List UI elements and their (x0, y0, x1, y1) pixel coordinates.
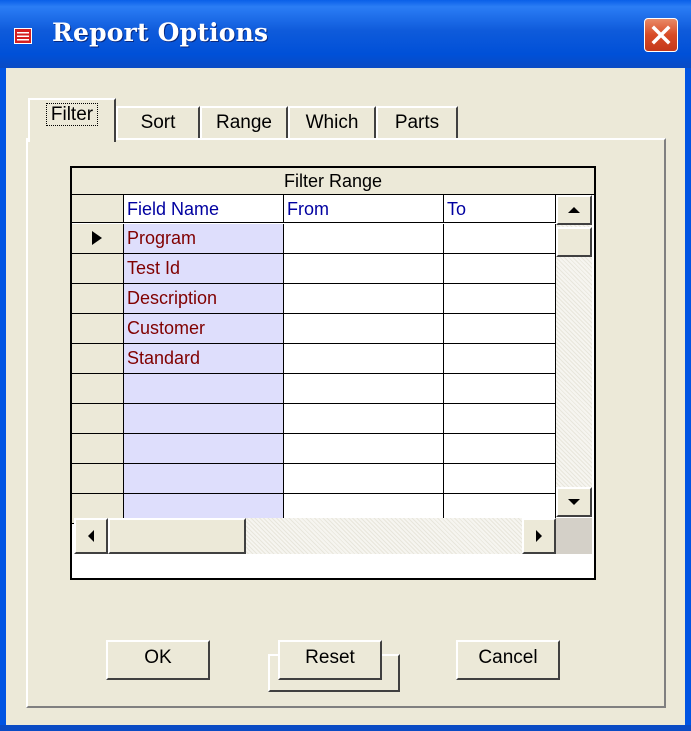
field-name-cell[interactable] (124, 374, 284, 404)
tab-parts[interactable]: Parts (376, 106, 458, 140)
column-header-to[interactable]: To (444, 195, 556, 223)
from-cell[interactable] (284, 314, 444, 344)
tab-sort[interactable]: Sort (116, 106, 200, 140)
table-row[interactable] (72, 464, 556, 494)
row-selector[interactable] (72, 374, 124, 404)
ok-button[interactable]: OK (106, 640, 210, 680)
report-icon (14, 28, 32, 44)
from-cell[interactable] (284, 464, 444, 494)
to-cell[interactable] (444, 374, 556, 404)
field-name-cell[interactable]: Test Id (124, 254, 284, 284)
from-cell[interactable] (284, 404, 444, 434)
window-title: Report Options (52, 18, 269, 47)
horizontal-scroll-thumb[interactable] (108, 518, 246, 554)
arrow-right-icon (536, 530, 542, 542)
table-row[interactable]: Description (72, 284, 556, 314)
scroll-left-button[interactable] (74, 518, 108, 554)
arrow-down-icon (568, 499, 580, 505)
row-selector[interactable] (72, 404, 124, 434)
filter-tab-panel: Filter Range Field Name From To Program T… (26, 138, 666, 708)
to-cell[interactable] (444, 434, 556, 464)
to-cell[interactable] (444, 404, 556, 434)
current-row-arrow-icon (92, 231, 102, 245)
dialog-window: Report Options Filter Sort Range Which P… (0, 0, 691, 731)
arrow-up-icon (568, 207, 580, 213)
from-cell[interactable] (284, 254, 444, 284)
row-selector[interactable] (72, 314, 124, 344)
tab-range-label: Range (216, 112, 272, 133)
row-selector[interactable] (72, 254, 124, 284)
table-row[interactable]: Standard (72, 344, 556, 374)
from-cell[interactable] (284, 284, 444, 314)
scrollbar-corner (556, 518, 592, 554)
to-cell[interactable] (444, 284, 556, 314)
table-row[interactable]: Program (72, 224, 556, 254)
horizontal-scrollbar[interactable] (74, 518, 556, 554)
tab-parts-label: Parts (394, 112, 440, 133)
to-cell[interactable] (444, 464, 556, 494)
row-selector[interactable] (72, 464, 124, 494)
arrow-left-icon (88, 530, 94, 542)
grid-title: Filter Range (72, 168, 594, 195)
row-selector[interactable] (72, 224, 124, 254)
field-name-cell[interactable]: Standard (124, 344, 284, 374)
tab-which-label: Which (305, 112, 359, 133)
window-frame-bottom (0, 725, 691, 731)
tab-filter-label: Filter (45, 103, 99, 126)
to-cell[interactable] (444, 314, 556, 344)
tab-which[interactable]: Which (288, 106, 376, 140)
from-cell[interactable] (284, 344, 444, 374)
field-name-cell[interactable]: Program (124, 224, 284, 254)
table-row[interactable]: Customer (72, 314, 556, 344)
table-row[interactable] (72, 374, 556, 404)
tab-filter[interactable]: Filter (28, 98, 116, 142)
table-row[interactable] (72, 404, 556, 434)
field-name-cell[interactable] (124, 464, 284, 494)
filter-range-grid[interactable]: Filter Range Field Name From To Program T… (70, 166, 596, 580)
tab-range[interactable]: Range (200, 106, 288, 140)
to-cell[interactable] (444, 254, 556, 284)
from-cell[interactable] (284, 434, 444, 464)
to-cell[interactable] (444, 224, 556, 254)
close-button[interactable] (644, 18, 678, 52)
row-selector[interactable] (72, 284, 124, 314)
from-cell[interactable] (284, 374, 444, 404)
tab-sort-label: Sort (140, 112, 176, 133)
reset-button[interactable]: Reset (278, 640, 382, 680)
cancel-button[interactable]: Cancel (456, 640, 560, 680)
column-header-from[interactable]: From (284, 195, 444, 223)
row-selector[interactable] (72, 344, 124, 374)
close-icon (651, 25, 671, 45)
field-name-cell[interactable] (124, 404, 284, 434)
column-header-field-name[interactable]: Field Name (124, 195, 284, 223)
field-name-cell[interactable]: Customer (124, 314, 284, 344)
row-selector-header (72, 195, 124, 223)
table-row[interactable] (72, 434, 556, 464)
dialog-client-area: Filter Sort Range Which Parts Filter Ran… (6, 68, 685, 725)
scroll-up-button[interactable] (556, 195, 592, 225)
table-row[interactable]: Test Id (72, 254, 556, 284)
field-name-cell[interactable]: Description (124, 284, 284, 314)
title-bar[interactable]: Report Options (0, 0, 691, 68)
row-selector[interactable] (72, 434, 124, 464)
scroll-down-button[interactable] (556, 487, 592, 517)
field-name-cell[interactable] (124, 434, 284, 464)
scroll-right-button[interactable] (522, 518, 556, 554)
scroll-thumb[interactable] (556, 227, 592, 257)
to-cell[interactable] (444, 344, 556, 374)
vertical-scrollbar[interactable] (556, 195, 592, 517)
from-cell[interactable] (284, 224, 444, 254)
